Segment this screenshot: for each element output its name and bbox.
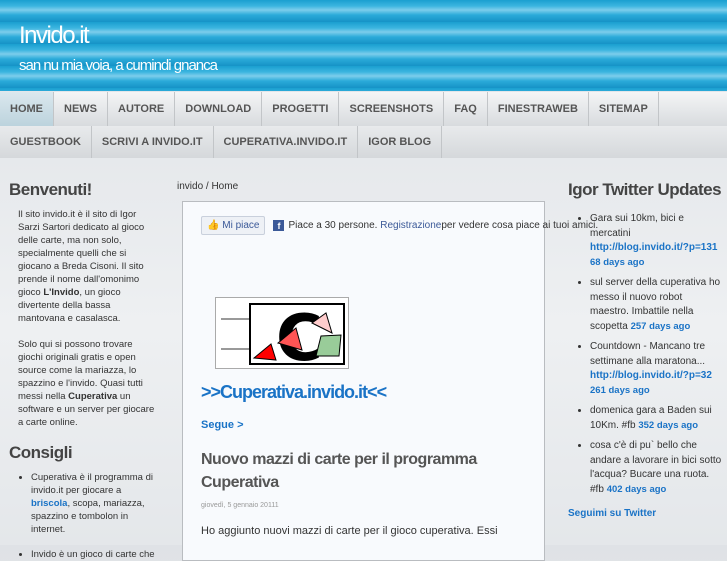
welcome-heading: Benvenuti! xyxy=(9,180,92,199)
tweet-text: Countdown - Mancano tre settimane alla m… xyxy=(590,341,706,367)
like-count: Piace a 30 persone. xyxy=(288,220,378,231)
follow-twitter-link[interactable]: Seguimi su Twitter xyxy=(568,508,656,519)
site-title[interactable]: Invido.it xyxy=(19,22,90,50)
tweet-time[interactable]: 352 days ago xyxy=(638,420,698,431)
nav-progetti[interactable]: PROGETTI xyxy=(262,92,340,126)
like-button[interactable]: 👍 Mi piace xyxy=(201,216,266,235)
tweet: Countdown - Mancano tre settimane alla m… xyxy=(590,340,723,398)
read-more-link[interactable]: Segue > xyxy=(201,419,244,431)
text-bold: Cuperativa xyxy=(68,391,118,402)
nav-screenshots[interactable]: SCREENSHOTS xyxy=(339,92,445,126)
tweet-time[interactable]: 261 days ago xyxy=(590,385,650,396)
thumbs-up-icon: 👍 xyxy=(207,220,220,231)
nav-guestbook[interactable]: GUESTBOOK xyxy=(0,126,92,158)
list-item: Cuperativa è il programma di invido.it p… xyxy=(31,471,159,536)
main-nav: HOME NEWS AUTORE DOWNLOAD PROGETTI SCREE… xyxy=(0,92,727,126)
post-panel: 👍 Mi piace f Piace a 30 persone. Registr… xyxy=(182,201,598,561)
article-title[interactable]: Nuovo mazzi di carte per il programma Cu… xyxy=(201,448,501,494)
tweet-time[interactable]: 257 days ago xyxy=(631,321,691,332)
site-header: Invido.it san nu mia voia, a cumindi gna… xyxy=(0,0,727,91)
tweet-list: Gara sui 10km, bici e mercatini http://b… xyxy=(568,212,723,497)
left-sidebar: Benvenuti! Il sito invido.it è il sito d… xyxy=(9,180,159,561)
nav-sitemap[interactable]: SITEMAP xyxy=(589,92,659,126)
welcome-text: Il sito invido.it è il sito di Igor Sarz… xyxy=(18,208,159,325)
tips-heading: Consigli xyxy=(9,443,73,462)
breadcrumb[interactable]: invido / Home xyxy=(177,181,238,192)
nav-download[interactable]: DOWNLOAD xyxy=(175,92,263,126)
nav-scrivi[interactable]: SCRIVI A INVIDO.IT xyxy=(92,126,214,158)
like-label: Mi piace xyxy=(222,220,260,231)
nav-finestraweb[interactable]: FINESTRAWEB xyxy=(488,92,589,126)
tweet: cosa c'è di pu` bello che andare a lavor… xyxy=(590,439,723,497)
article-date: giovedì, 5 gennaio 20111 xyxy=(201,502,279,509)
tweet: sul server della cuperativa ho messo il … xyxy=(590,276,723,334)
nav-autore[interactable]: AUTORE xyxy=(108,92,176,126)
nav-faq[interactable]: FAQ xyxy=(444,92,488,126)
tweet-time[interactable]: 402 days ago xyxy=(607,484,667,495)
tweet-text: Gara sui 10km, bici e mercatini xyxy=(590,213,684,239)
register-link[interactable]: Registrazione xyxy=(380,220,441,231)
text: Cuperativa è il programma di invido.it p… xyxy=(31,472,153,496)
nav-igor-blog[interactable]: IGOR BLOG xyxy=(358,126,443,158)
tweet: Gara sui 10km, bici e mercatini http://b… xyxy=(590,212,723,270)
twitter-heading: Igor Twitter Updates xyxy=(568,180,722,199)
cuperativa-logo[interactable]: C xyxy=(215,297,349,376)
post-title-link[interactable]: >>Cuperativa.invido.it<< xyxy=(201,382,387,403)
tweet-link[interactable]: http://blog.invido.it/?p=32 xyxy=(590,370,712,381)
nav-cuperativa[interactable]: CUPERATIVA.INVIDO.IT xyxy=(214,126,359,158)
list-item: Invido è un gioco di carte che xyxy=(31,548,159,561)
briscola-link[interactable]: briscola xyxy=(31,498,67,509)
secondary-nav: GUESTBOOK SCRIVI A INVIDO.IT CUPERATIVA.… xyxy=(0,126,727,158)
tweet-time[interactable]: 68 days ago xyxy=(590,257,644,268)
text-bold: L'Invido xyxy=(43,287,80,298)
nav-home[interactable]: HOME xyxy=(0,92,54,126)
nav-news[interactable]: NEWS xyxy=(54,92,108,126)
text: Il sito invido.it è il sito di Igor Sarz… xyxy=(18,209,145,298)
right-sidebar: Igor Twitter Updates Gara sui 10km, bici… xyxy=(568,180,723,521)
facebook-icon: f xyxy=(273,220,285,231)
tweet-link[interactable]: http://blog.invido.it/?p=131 xyxy=(590,242,718,253)
tips-list: Cuperativa è il programma di invido.it p… xyxy=(9,471,159,561)
welcome-text-2: Solo qui si possono trovare giochi origi… xyxy=(18,338,159,429)
site-tagline: san nu mia voia, a cumindi gnanca xyxy=(19,57,218,74)
tweet: domenica gara a Baden sui 10Km. #fb 352 … xyxy=(590,404,723,433)
article-body: Ho aggiunto nuovi mazzi di carte per il … xyxy=(201,525,498,537)
svg-text:C: C xyxy=(276,302,323,368)
facebook-like-box: 👍 Mi piace f Piace a 30 persone. Registr… xyxy=(201,216,598,235)
